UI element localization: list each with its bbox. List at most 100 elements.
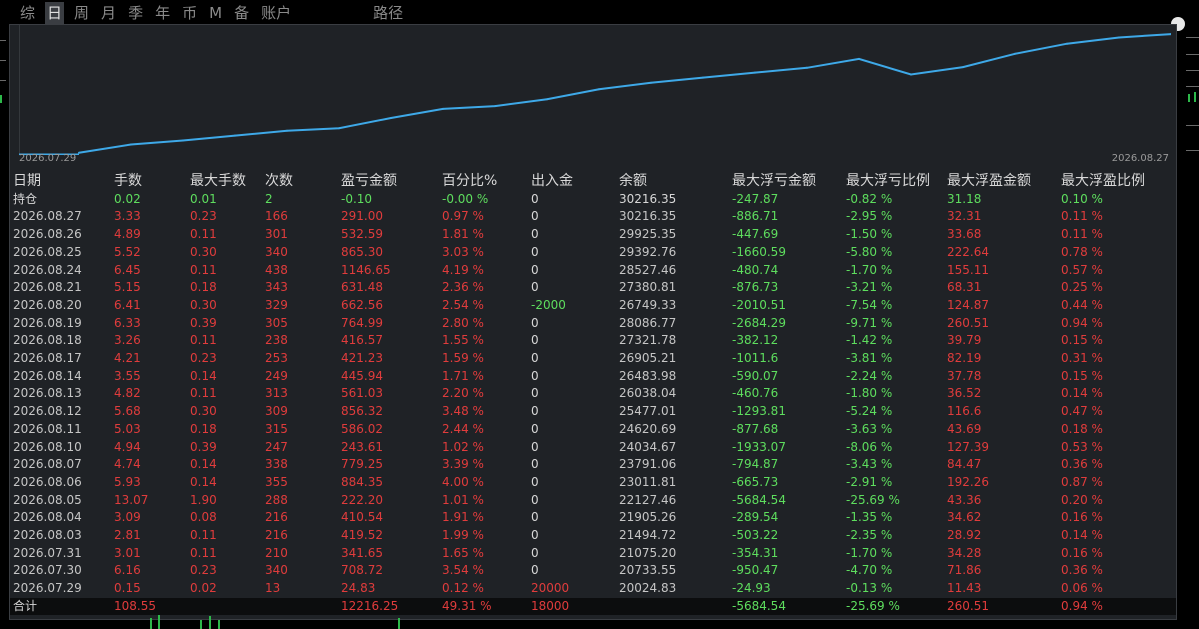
table-cell: 20000 xyxy=(531,581,570,596)
balance-point xyxy=(182,139,184,142)
table-row: 2026.08.06 5.93 0.14 355 884.35 4.00 % 0 23011.… xyxy=(10,474,1176,492)
tab-0[interactable]: 综 xyxy=(18,2,37,24)
table-cell: 3.54 % xyxy=(442,563,484,578)
table-cell: 0.11 xyxy=(190,528,217,542)
table-cell: 0.36 % xyxy=(1061,457,1103,472)
table-cell: -0.82 % xyxy=(846,191,893,206)
table-cell: 865.30 xyxy=(341,244,383,259)
table-cell: 4.82 xyxy=(114,386,141,401)
table-cell: 779.25 xyxy=(341,457,383,472)
tab-10[interactable]: 路径 xyxy=(371,2,405,24)
table-cell: 2026.08.17 xyxy=(13,351,82,365)
table-cell: 2 xyxy=(265,191,273,206)
table-cell: 0.11 xyxy=(190,262,217,277)
table-cell: 0 xyxy=(531,457,539,472)
table-cell: 0.11 xyxy=(190,545,217,560)
table-cell: 24620.69 xyxy=(619,421,677,436)
table-cell: 0.53 % xyxy=(1061,439,1103,454)
table-cell: 631.48 xyxy=(341,280,383,295)
tab-9[interactable]: 账户 xyxy=(259,2,293,24)
table-cell: 249 xyxy=(265,368,288,383)
table-cell: 2026.08.26 xyxy=(13,227,82,242)
table-cell: 1.02 % xyxy=(442,439,484,454)
table-row: 2026.08.12 5.68 0.30 309 856.32 3.48 % 0 25477.… xyxy=(10,403,1176,421)
tab-7[interactable]: M xyxy=(207,2,224,24)
table-cell: -460.76 xyxy=(732,386,779,401)
table-cell: 68.31 xyxy=(947,280,982,295)
table-cell: -3.63 % xyxy=(846,421,893,436)
table-cell: 25477.01 xyxy=(619,404,677,419)
table-cell: 26749.33 xyxy=(619,297,677,312)
balance-point xyxy=(910,73,912,76)
table-cell: 26483.98 xyxy=(619,368,677,383)
table-cell: 0.11 % xyxy=(1061,227,1103,242)
table-cell: 0.02 xyxy=(190,581,217,596)
table-cell: 3.09 xyxy=(114,510,141,525)
table-row: 2026.08.05 13.07 1.90 288 222.20 1.01 % 0 22127… xyxy=(10,492,1176,510)
table-row: 2026.08.24 6.45 0.11 438 1146.65 4.19 % 0 28527… xyxy=(10,262,1176,280)
table-cell: 260.51 xyxy=(947,315,989,330)
table-cell: 3.01 xyxy=(114,545,141,560)
table-cell: 0.78 % xyxy=(1061,244,1103,259)
table-cell: 532.59 xyxy=(341,227,383,242)
table-cell: 2026.08.11 xyxy=(13,421,82,436)
table-row: 2026.08.21 5.15 0.18 343 631.48 2.36 % 0 27380.… xyxy=(10,279,1176,297)
table-row: 持仓 0.02 0.01 2 -0.10 -0.00 % 0 30216.35 -247.87 -… xyxy=(10,191,1176,209)
table-cell: 持仓 xyxy=(13,191,38,206)
table-cell: 108.55 xyxy=(114,598,156,613)
table-cell: 0.01 xyxy=(190,191,217,206)
table-cell: 1.01 % xyxy=(442,492,484,507)
table-cell: -5.24 % xyxy=(846,404,893,419)
table-cell: 0.18 xyxy=(190,421,217,436)
table-cell: 2026.08.03 xyxy=(13,528,82,542)
table-cell: 0.16 % xyxy=(1061,545,1103,560)
table-cell: 2026.08.20 xyxy=(13,297,82,312)
balance-point xyxy=(1118,36,1120,39)
tab-1[interactable]: 日 xyxy=(45,2,65,24)
table-cell: -5.80 % xyxy=(846,244,893,259)
candle-fragment xyxy=(398,618,400,629)
table-cell: 0 xyxy=(531,209,539,224)
table-cell: 29925.35 xyxy=(619,227,677,242)
table-cell: 23791.06 xyxy=(619,457,677,472)
table-cell: -8.06 % xyxy=(846,439,893,454)
tab-8[interactable]: 备 xyxy=(232,2,251,24)
table-cell: 36.52 xyxy=(947,386,982,401)
table-cell: 341.65 xyxy=(341,545,383,560)
table-cell: 34.28 xyxy=(947,545,982,560)
table-cell: -247.87 xyxy=(732,191,779,206)
table-cell: 301 xyxy=(265,227,288,242)
table-cell: 0.44 % xyxy=(1061,297,1103,312)
tab-3[interactable]: 月 xyxy=(99,2,118,24)
tab-5[interactable]: 年 xyxy=(153,2,172,24)
table-cell: -1.80 % xyxy=(846,386,893,401)
table-cell: 0.16 % xyxy=(1061,510,1103,525)
tab-4[interactable]: 季 xyxy=(126,2,145,24)
table-cell: 6.33 xyxy=(114,315,141,330)
table-cell: -2684.29 xyxy=(732,315,786,330)
table-cell: 0.18 xyxy=(190,280,217,295)
balance-point xyxy=(650,81,652,84)
balance-point xyxy=(494,105,496,108)
table-cell: 0 xyxy=(531,545,539,560)
candle-fragment xyxy=(218,620,220,629)
table-cell: 662.56 xyxy=(341,297,383,312)
table-cell: -3.81 % xyxy=(846,351,893,365)
table-cell: 37.78 xyxy=(947,368,982,383)
table-cell: 0.12 % xyxy=(442,581,484,596)
table-cell: 21494.72 xyxy=(619,528,677,542)
table-cell: -1011.6 xyxy=(732,351,779,365)
table-cell: 21075.20 xyxy=(619,545,677,560)
table-cell: 856.32 xyxy=(341,404,383,419)
table-cell: 手数 xyxy=(114,173,142,189)
tab-2[interactable]: 周 xyxy=(72,2,91,24)
tab-6[interactable]: 币 xyxy=(180,2,199,24)
table-cell: 4.19 % xyxy=(442,262,484,277)
balance-point xyxy=(130,143,132,146)
candle-fragment xyxy=(158,615,160,629)
table-cell: 2.54 % xyxy=(442,297,484,312)
table-cell: 0.14 xyxy=(190,474,217,489)
table-row: 2026.08.04 3.09 0.08 216 410.54 1.91 % 0 21905.… xyxy=(10,509,1176,527)
table-cell: 0.23 xyxy=(190,351,217,365)
account-report-window: 综日周月季年币 M 备账户 路径 2026.07.29 2026.08.27 日期 手数… xyxy=(0,0,1199,629)
